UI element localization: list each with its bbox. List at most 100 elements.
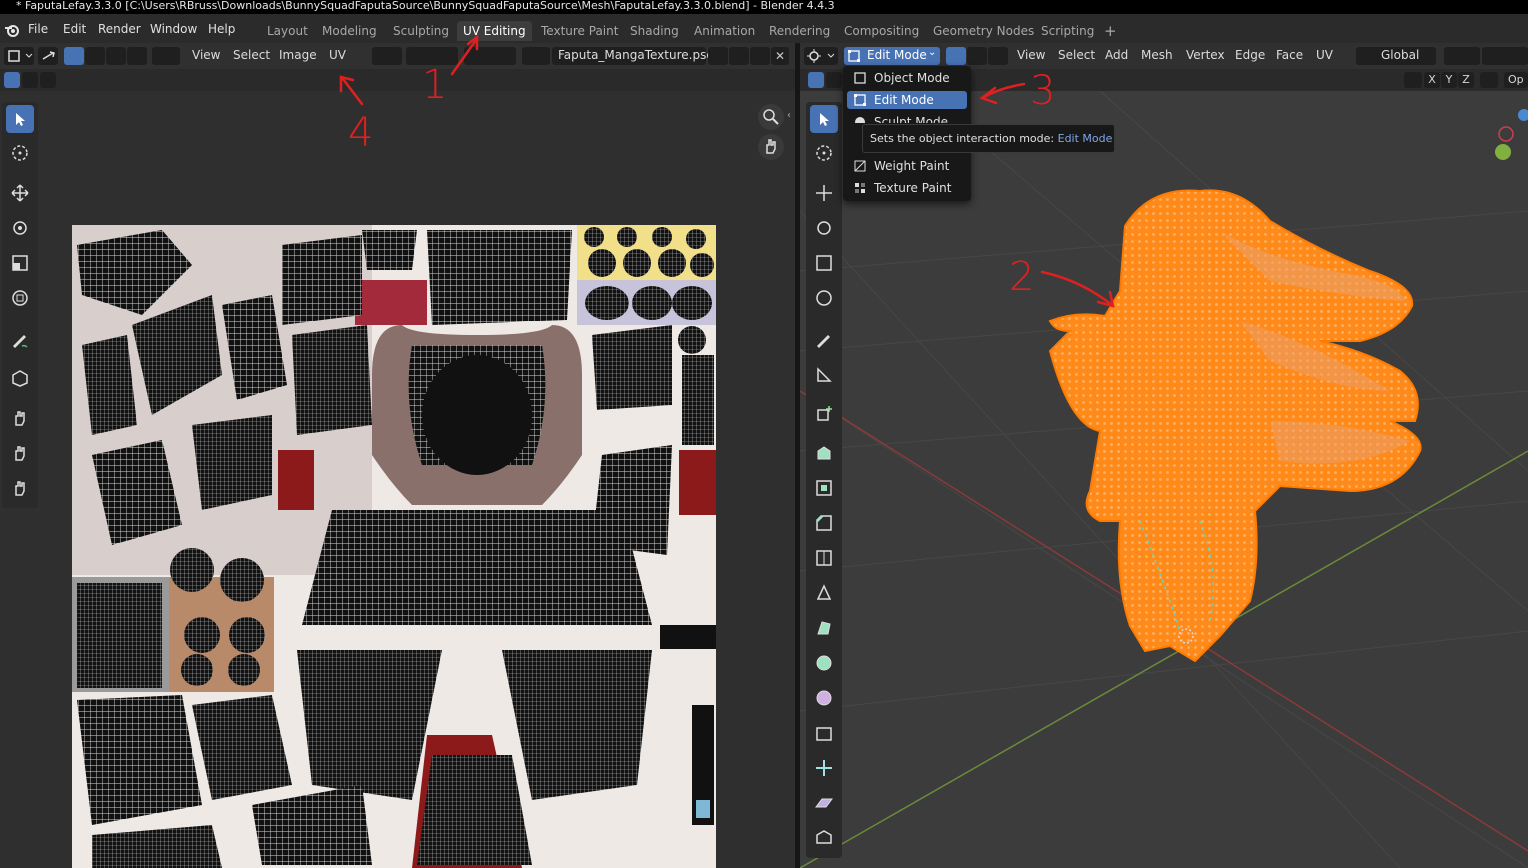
- viewport-menu-face[interactable]: Face: [1276, 48, 1303, 62]
- tab-geometry-nodes[interactable]: Geometry Nodes: [927, 21, 1040, 41]
- tab-layout[interactable]: Layout: [261, 21, 314, 41]
- shrink-fatten-tool-icon[interactable]: [810, 754, 838, 782]
- pivot-transform-icon[interactable]: [1444, 47, 1480, 65]
- vp-select-box-tool-icon[interactable]: [810, 105, 838, 133]
- edge-select-mode-icon[interactable]: [85, 47, 105, 65]
- bevel-tool-icon[interactable]: [810, 509, 838, 537]
- tab-animation[interactable]: Animation: [688, 21, 761, 41]
- tab-compositing[interactable]: Compositing: [838, 21, 925, 41]
- transform-tool-icon[interactable]: [6, 284, 34, 312]
- vp-transform-tool-icon[interactable]: [810, 284, 838, 312]
- viewport-select-extend-icon[interactable]: [826, 72, 842, 88]
- tab-scripting[interactable]: Scripting: [1035, 21, 1100, 41]
- topology-mirror-icon[interactable]: [1480, 72, 1498, 88]
- menu-window[interactable]: Window: [150, 22, 197, 36]
- uv-menu-select[interactable]: Select: [233, 48, 270, 62]
- tab-shading[interactable]: Shading: [624, 21, 685, 41]
- unlink-image-close-icon[interactable]: ✕: [771, 47, 789, 65]
- viewport-menu-mesh[interactable]: Mesh: [1141, 48, 1173, 62]
- proportional-editing-icon[interactable]: [464, 47, 516, 65]
- add-cube-tool-icon[interactable]: [810, 400, 838, 428]
- open-image-folder-icon[interactable]: [750, 47, 770, 65]
- menu-item-edit-mode[interactable]: Edit Mode: [847, 91, 967, 109]
- mirror-x-toggle[interactable]: X: [1424, 72, 1440, 88]
- select-extend-icon[interactable]: [22, 72, 38, 88]
- select-box-tool-icon[interactable]: [6, 105, 34, 133]
- menu-edit[interactable]: Edit: [63, 22, 86, 36]
- face-select-mode-icon[interactable]: [106, 47, 126, 65]
- fake-user-shield-icon[interactable]: [708, 47, 728, 65]
- viewport-menu-add[interactable]: Add: [1105, 48, 1128, 62]
- menu-item-weight-paint[interactable]: Weight Paint: [847, 157, 967, 175]
- vertex-select-icon[interactable]: [946, 47, 966, 65]
- grab-hand-tool-icon[interactable]: [6, 404, 34, 432]
- poly-build-tool-icon[interactable]: [810, 614, 838, 642]
- viewport-menu-select[interactable]: Select: [1058, 48, 1095, 62]
- tab-rendering[interactable]: Rendering: [763, 21, 836, 41]
- pan-view-icon[interactable]: [758, 134, 784, 160]
- editor-type-button[interactable]: [4, 47, 34, 65]
- mirror-icon[interactable]: [1404, 72, 1422, 88]
- vp-cursor-tool-icon[interactable]: [810, 139, 838, 167]
- relax-tool-icon[interactable]: [6, 439, 34, 467]
- island-select-mode-icon[interactable]: [127, 47, 147, 65]
- vertex-select-mode-icon[interactable]: [64, 47, 84, 65]
- face-select-icon[interactable]: [988, 47, 1008, 65]
- viewport-select-new-icon[interactable]: [808, 72, 824, 88]
- tab-modeling[interactable]: Modeling: [316, 21, 383, 41]
- move-tool-icon[interactable]: [6, 179, 34, 207]
- scale-tool-icon[interactable]: [6, 249, 34, 277]
- menu-item-texture-paint[interactable]: Texture Paint: [847, 179, 967, 197]
- viewport-menu-uv[interactable]: UV: [1316, 48, 1333, 62]
- uv-texture-image[interactable]: [72, 225, 716, 868]
- extrude-tool-icon[interactable]: [810, 439, 838, 467]
- tab-uv-editing[interactable]: UV Editing: [457, 21, 532, 41]
- mirror-z-toggle[interactable]: Z: [1458, 72, 1474, 88]
- annotate-tool-icon[interactable]: [6, 326, 34, 354]
- menu-help[interactable]: Help: [208, 22, 235, 36]
- sidebar-toggle-chevron-icon[interactable]: ‹: [787, 110, 791, 121]
- select-new-icon[interactable]: [4, 72, 20, 88]
- uv-menu-view[interactable]: View: [192, 48, 220, 62]
- inset-tool-icon[interactable]: [810, 474, 838, 502]
- tab-texture-paint[interactable]: Texture Paint: [535, 21, 624, 41]
- viewport-menu-view[interactable]: View: [1017, 48, 1045, 62]
- viewport-editor-type-icon[interactable]: [804, 47, 838, 65]
- new-image-icon[interactable]: [729, 47, 749, 65]
- smooth-tool-icon[interactable]: [810, 684, 838, 712]
- vp-rotate-tool-icon[interactable]: [810, 214, 838, 242]
- vp-annotate-tool-icon[interactable]: [810, 326, 838, 354]
- menu-file[interactable]: File: [28, 22, 48, 36]
- sync-selection-icon[interactable]: [38, 47, 58, 65]
- loop-cut-tool-icon[interactable]: [810, 544, 838, 572]
- image-browse-icon[interactable]: [522, 47, 550, 65]
- cursor-tool-icon[interactable]: [6, 139, 34, 167]
- rip-tool-icon[interactable]: [810, 824, 838, 852]
- tab-sculpting[interactable]: Sculpting: [387, 21, 455, 41]
- 3d-viewport[interactable]: [800, 91, 1528, 868]
- vp-move-tool-icon[interactable]: [810, 179, 838, 207]
- vp-measure-tool-icon[interactable]: [810, 361, 838, 389]
- uv-menu-image[interactable]: Image: [279, 48, 317, 62]
- uv-menu-uv[interactable]: UV: [329, 48, 346, 62]
- transform-orientation-dropdown[interactable]: Global: [1356, 47, 1436, 65]
- pivot-point-icon[interactable]: [372, 47, 402, 65]
- knife-tool-icon[interactable]: [810, 579, 838, 607]
- sticky-selection-icon[interactable]: [152, 47, 180, 65]
- viewport-menu-vertex[interactable]: Vertex: [1186, 48, 1225, 62]
- spin-tool-icon[interactable]: [810, 649, 838, 677]
- edge-select-icon[interactable]: [967, 47, 987, 65]
- vp-scale-tool-icon[interactable]: [810, 249, 838, 277]
- menu-render[interactable]: Render: [98, 22, 141, 36]
- blender-logo-icon[interactable]: [4, 22, 20, 38]
- shear-tool-icon[interactable]: [810, 789, 838, 817]
- zoom-view-icon[interactable]: [758, 104, 784, 130]
- select-subtract-icon[interactable]: [40, 72, 56, 88]
- menu-item-object-mode[interactable]: Object Mode: [847, 69, 967, 87]
- mode-selector-dropdown[interactable]: Edit Mode ⌄: [844, 47, 940, 65]
- add-workspace-button[interactable]: +: [1098, 21, 1123, 41]
- image-name-field[interactable]: Faputa_MangaTexture.psd: [552, 47, 714, 65]
- pinch-tool-icon[interactable]: [6, 474, 34, 502]
- rip-region-tool-icon[interactable]: [6, 364, 34, 392]
- viewport-snapping-icon[interactable]: [1482, 47, 1528, 65]
